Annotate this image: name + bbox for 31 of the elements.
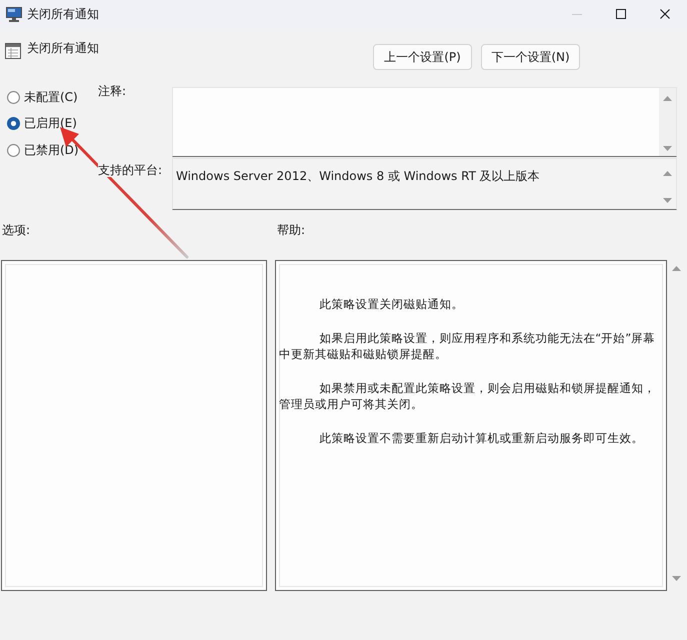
scroll-down-icon[interactable] [663, 198, 672, 203]
scroll-down-icon[interactable] [672, 576, 681, 581]
radio-selected-icon[interactable] [7, 117, 20, 130]
previous-setting-button[interactable]: 上一个设置(P) [373, 44, 472, 70]
help-paragraph: 此策略设置不需要重新启动计算机或重新启动服务即可生效。 [318, 430, 644, 446]
window-title: 关闭所有通知 [27, 6, 99, 22]
comment-field[interactable] [172, 87, 677, 157]
radio-option[interactable]: 已禁用(D) [0, 140, 79, 160]
radio-empty-icon[interactable] [7, 144, 20, 156]
platform-label: 支持的平台: [98, 163, 162, 177]
help-label: 帮助: [277, 222, 306, 238]
platform-text: Windows Server 2012、Windows 8 或 Windows RT 及以上版本 [175, 168, 540, 183]
scroll-up-icon[interactable] [672, 266, 681, 271]
comment-label: 注释: [98, 84, 126, 98]
radio-option[interactable]: 未配置(C) [0, 87, 78, 107]
maximize-icon[interactable] [616, 9, 626, 19]
monitor-icon [6, 6, 22, 22]
scroll-down-icon[interactable] [663, 146, 672, 151]
policy-title: 关闭所有通知 [27, 41, 99, 56]
next-setting-button[interactable]: 下一个设置(N) [481, 44, 580, 70]
scroll-up-icon[interactable] [663, 96, 672, 101]
radio-option[interactable]: 已启用(E) [0, 114, 77, 134]
close-icon[interactable] [660, 9, 670, 19]
help-paragraph: 如果启用此策略设置，则应用程序和系统功能无法在“开始”屏幕中更新其磁贴和磁贴锁屏提醒。 [279, 330, 656, 362]
help-paragraph: 此策略设置关闭磁贴通知。 [318, 296, 464, 312]
scroll-up-icon[interactable] [663, 171, 672, 176]
scrollbar[interactable] [659, 88, 676, 156]
window-icon [5, 43, 21, 59]
help-paragraph: 如果禁用或未配置此策略设置，则会启用磁贴和锁屏提醒通知，管理员或用户可将其关闭。 [279, 380, 656, 412]
options-label: 选项: [2, 222, 30, 238]
radio-empty-icon[interactable] [7, 90, 20, 104]
